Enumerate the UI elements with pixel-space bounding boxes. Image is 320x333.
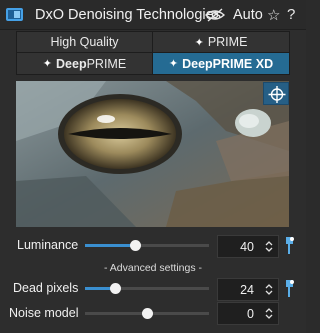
preview-image[interactable]: [16, 81, 289, 227]
mode-high-quality-label: High Quality: [50, 35, 119, 49]
denoise-panel: DxO Denoising Technologies Auto ☆ ? High…: [0, 0, 306, 333]
panel-title: DxO Denoising Technologies: [35, 7, 221, 23]
mode-high-quality[interactable]: High Quality: [17, 32, 153, 53]
picker-icon[interactable]: [283, 279, 295, 299]
mode-deepprime-xd-suffix: PRIME XD: [212, 56, 274, 71]
dead-pixels-thumb[interactable]: [109, 283, 121, 294]
luminance-label: Luminance: [17, 238, 79, 252]
stepper-icon[interactable]: [264, 239, 274, 254]
sparkles-icon: ✦: [42, 58, 53, 70]
mode-prime-label: PRIME: [207, 35, 248, 49]
crosshair-icon: [268, 86, 286, 103]
picker-icon[interactable]: [283, 236, 295, 256]
noise-model-thumb[interactable]: [141, 308, 153, 319]
luminance-value: 40: [240, 240, 254, 254]
stepper-icon[interactable]: [264, 282, 274, 297]
loupe-target-button[interactable]: [263, 82, 289, 105]
sparkles-icon: ✦: [168, 58, 179, 70]
noise-model-label: Noise model: [9, 306, 79, 320]
dead-pixels-value-field[interactable]: 24: [217, 278, 279, 301]
stepper-icon[interactable]: [264, 306, 274, 321]
eye-hidden-icon[interactable]: [205, 8, 225, 22]
mode-selector: High Quality ✦ PRIME ✦ Deep PRIME ✦ Deep P…: [16, 31, 290, 75]
auto-button[interactable]: Auto: [233, 7, 263, 23]
mode-deepprime-xd-prefix: Deep: [182, 56, 213, 71]
mode-deepprime[interactable]: ✦ Deep PRIME: [17, 53, 153, 74]
mode-prime[interactable]: ✦ PRIME: [153, 32, 289, 53]
sparkle-icon: ✦: [194, 36, 204, 49]
dead-pixels-label: Dead pixels: [13, 281, 79, 295]
panel-header: DxO Denoising Technologies Auto ☆ ?: [0, 0, 306, 30]
noise-model-value: 0: [247, 307, 254, 321]
luminance-value-field[interactable]: 40: [217, 235, 279, 258]
star-icon[interactable]: ☆: [267, 6, 280, 24]
luminance-thumb[interactable]: [129, 240, 141, 251]
dead-pixels-value: 24: [240, 283, 254, 297]
noise-model-value-field[interactable]: 0: [217, 302, 279, 325]
mode-deepprime-prefix: Deep: [56, 56, 87, 71]
luminance-fill: [85, 244, 135, 247]
mode-deepprime-suffix: PRIME: [86, 56, 127, 71]
help-icon[interactable]: ?: [287, 6, 295, 23]
advanced-settings-label[interactable]: - Advanced settings -: [0, 262, 306, 274]
mode-deepprime-xd[interactable]: ✦ Deep PRIME XD: [153, 53, 289, 74]
enable-toggle[interactable]: [6, 8, 23, 21]
